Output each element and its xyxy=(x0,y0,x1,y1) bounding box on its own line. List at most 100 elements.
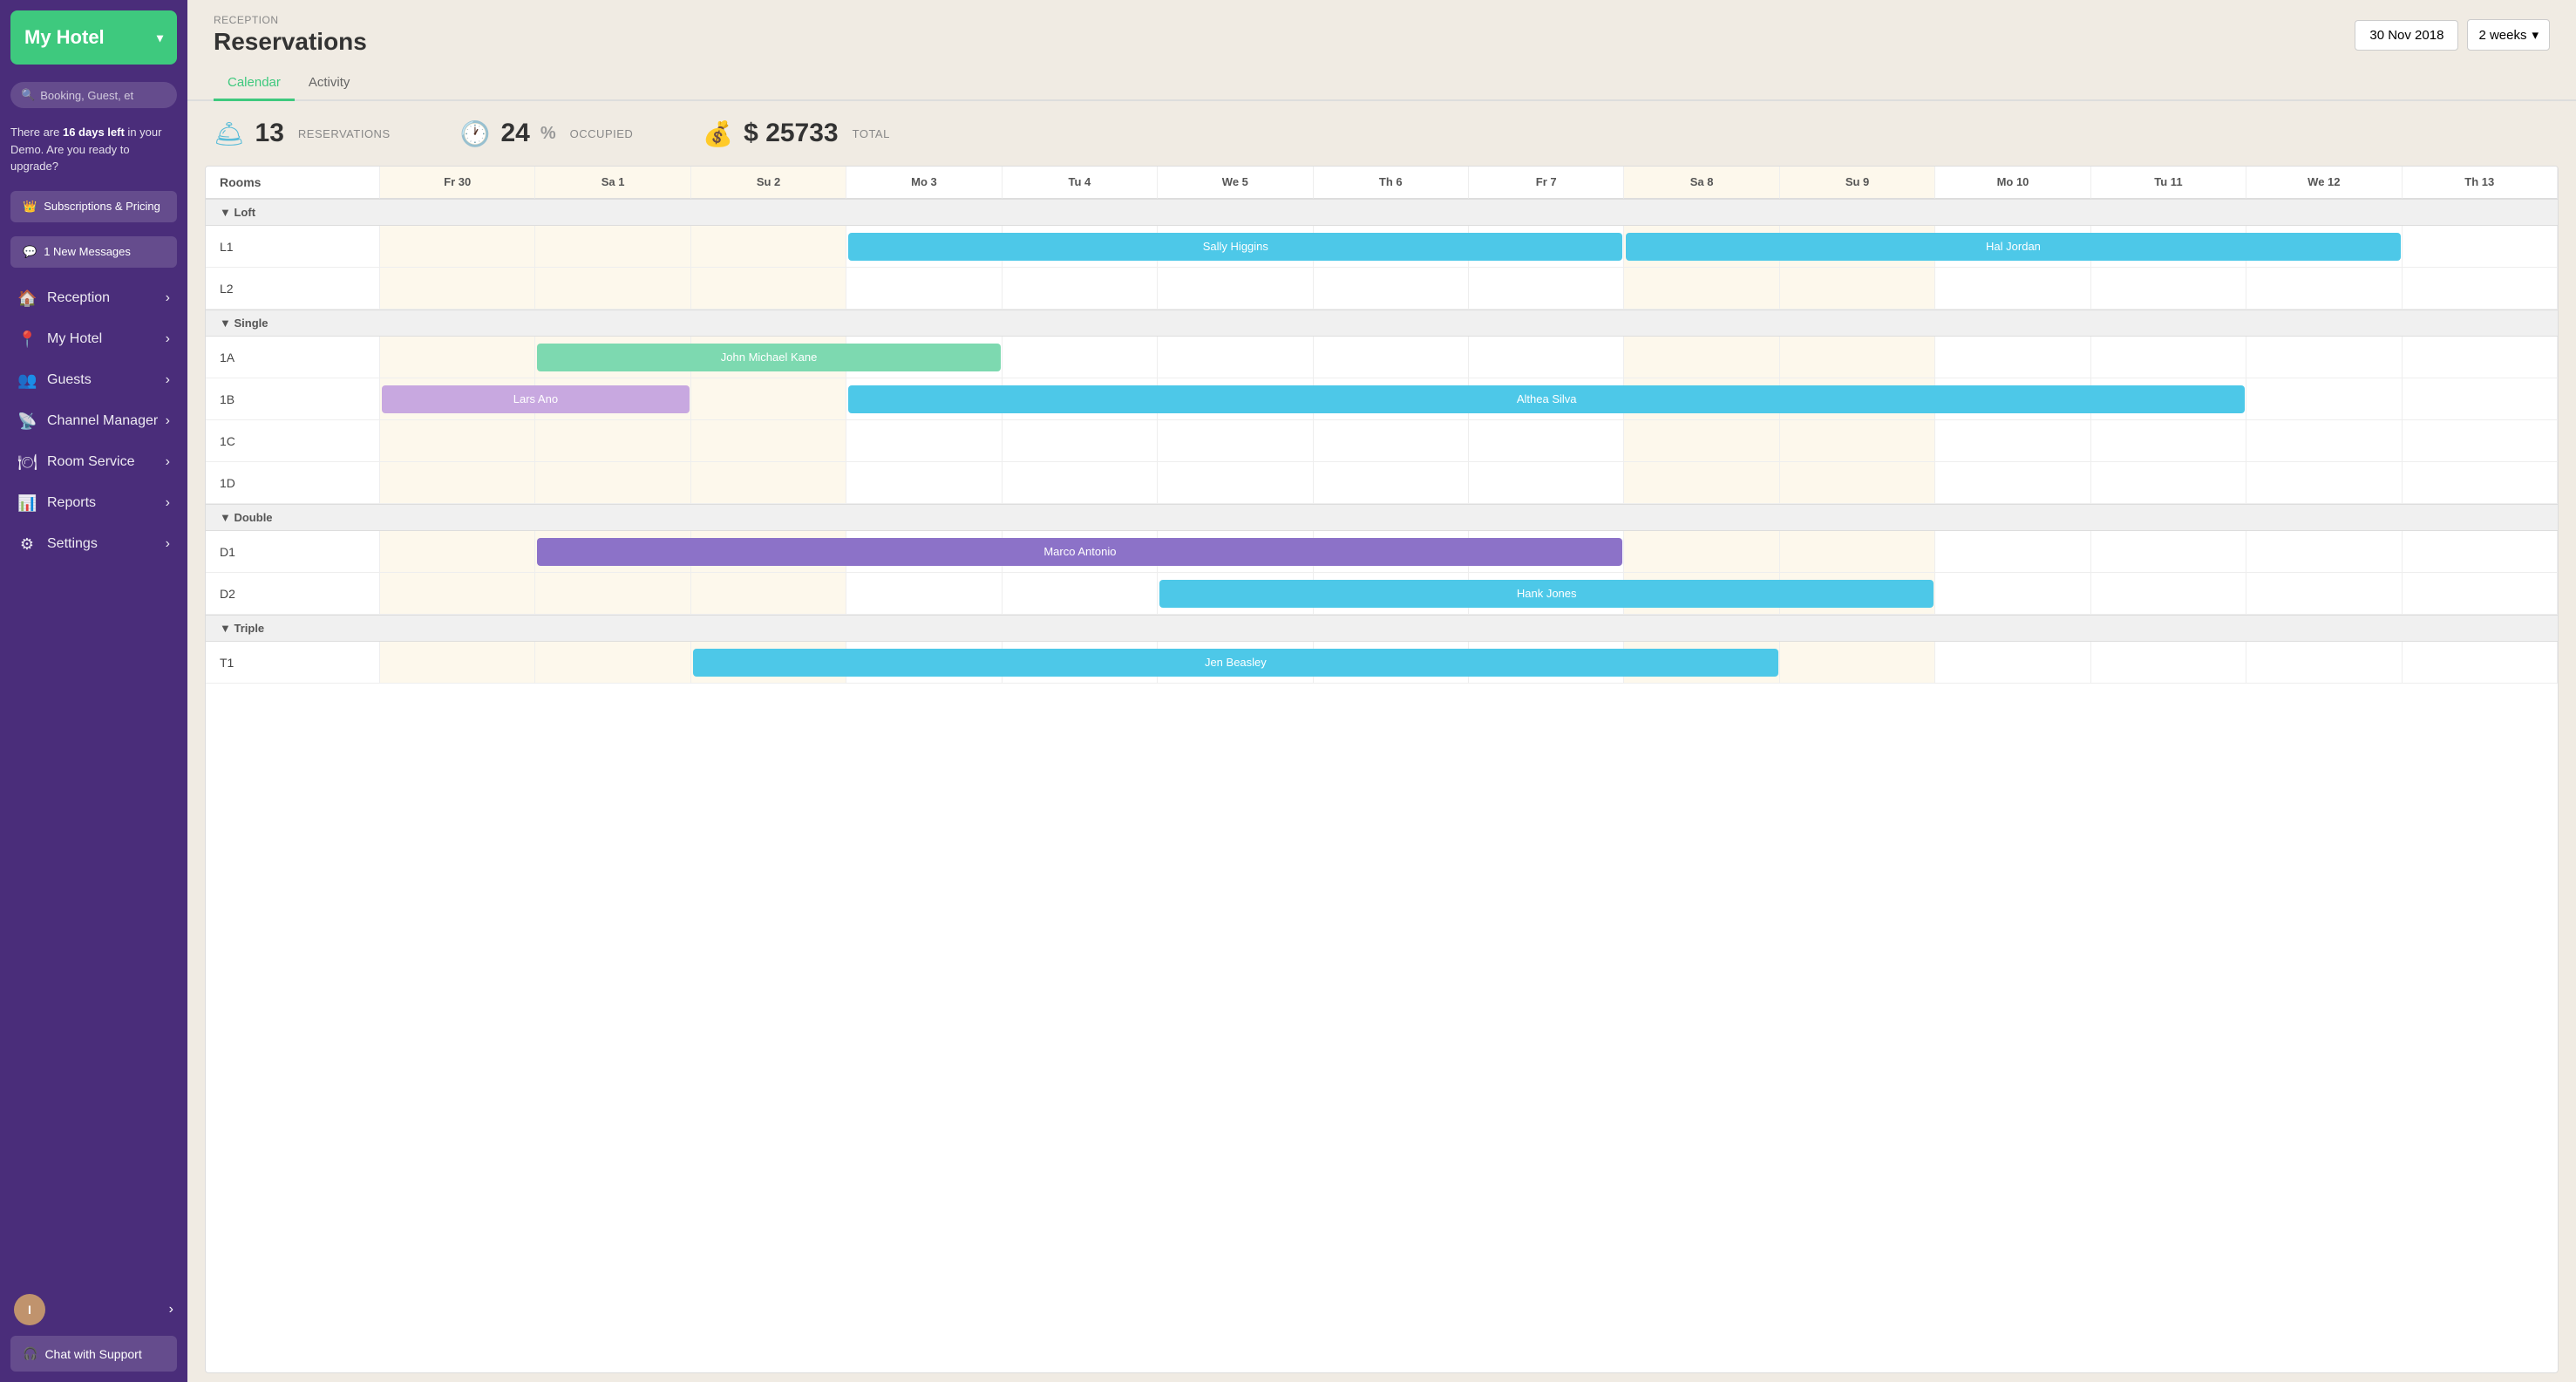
reservation-T1-Jen_Beasley[interactable]: Jen Beasley xyxy=(693,649,1778,677)
day-cell-L2-7[interactable] xyxy=(1469,268,1624,310)
day-cell-1C-3[interactable] xyxy=(846,420,1002,462)
day-cell-1A-9[interactable] xyxy=(1780,337,1935,378)
range-picker[interactable]: 2 weeks ▾ xyxy=(2467,19,2550,51)
day-cell-L2-4[interactable] xyxy=(1003,268,1158,310)
day-cell-1C-2[interactable] xyxy=(691,420,846,462)
day-cell-1B-13[interactable] xyxy=(2403,378,2558,420)
day-cell-T1-10[interactable] xyxy=(1935,642,2090,684)
day-cell-D2-11[interactable] xyxy=(2091,573,2246,615)
day-cell-L1-2[interactable] xyxy=(691,226,846,268)
day-cell-T1-9[interactable] xyxy=(1780,642,1935,684)
day-cell-1A-8[interactable] xyxy=(1624,337,1779,378)
day-cell-1D-8[interactable] xyxy=(1624,462,1779,504)
day-cell-L1-0[interactable] xyxy=(380,226,535,268)
day-cell-D2-12[interactable] xyxy=(2246,573,2402,615)
day-cell-L2-8[interactable] xyxy=(1624,268,1779,310)
messages-button[interactable]: 💬 1 New Messages xyxy=(10,236,177,268)
day-cell-1A-11[interactable] xyxy=(2091,337,2246,378)
reservation-L1-Sally_Higgins[interactable]: Sally Higgins xyxy=(848,233,1622,261)
day-cell-L1-13[interactable] xyxy=(2403,226,2558,268)
day-cell-1A-6[interactable] xyxy=(1314,337,1469,378)
day-cell-L2-13[interactable] xyxy=(2403,268,2558,310)
day-cell-L1-8[interactable]: Hal Jordan xyxy=(1624,226,1779,268)
day-cell-T1-12[interactable] xyxy=(2246,642,2402,684)
day-cell-L2-0[interactable] xyxy=(380,268,535,310)
reservation-D2-Hank_Jones[interactable]: Hank Jones xyxy=(1159,580,1934,608)
calendar-container[interactable]: RoomsFr 30Sa 1Su 2Mo 3Tu 4We 5Th 6Fr 7Sa… xyxy=(205,166,2559,1373)
day-cell-T1-13[interactable] xyxy=(2403,642,2558,684)
day-cell-L2-9[interactable] xyxy=(1780,268,1935,310)
day-cell-1D-11[interactable] xyxy=(2091,462,2246,504)
day-cell-L2-6[interactable] xyxy=(1314,268,1469,310)
day-cell-D2-4[interactable] xyxy=(1003,573,1158,615)
day-cell-1C-7[interactable] xyxy=(1469,420,1624,462)
day-cell-1C-11[interactable] xyxy=(2091,420,2246,462)
tab-activity[interactable]: Activity xyxy=(295,66,364,101)
day-cell-L2-10[interactable] xyxy=(1935,268,2090,310)
day-cell-1A-0[interactable] xyxy=(380,337,535,378)
day-cell-1C-5[interactable] xyxy=(1158,420,1313,462)
day-cell-1B-12[interactable] xyxy=(2246,378,2402,420)
day-cell-1D-7[interactable] xyxy=(1469,462,1624,504)
sidebar-item-settings[interactable]: ⚙ Settings › xyxy=(0,524,187,565)
sidebar-item-room-service[interactable]: 🍽 Room Service › xyxy=(0,442,187,483)
day-cell-D2-2[interactable] xyxy=(691,573,846,615)
day-cell-1D-9[interactable] xyxy=(1780,462,1935,504)
day-cell-1D-5[interactable] xyxy=(1158,462,1313,504)
day-cell-D2-13[interactable] xyxy=(2403,573,2558,615)
day-cell-1D-1[interactable] xyxy=(535,462,690,504)
day-cell-D2-0[interactable] xyxy=(380,573,535,615)
day-cell-1C-1[interactable] xyxy=(535,420,690,462)
upgrade-button[interactable]: 👑 Subscriptions & Pricing xyxy=(10,191,177,222)
day-cell-D1-0[interactable] xyxy=(380,531,535,573)
day-cell-1C-13[interactable] xyxy=(2403,420,2558,462)
day-cell-D2-5[interactable]: Hank Jones xyxy=(1158,573,1313,615)
day-cell-1D-6[interactable] xyxy=(1314,462,1469,504)
sidebar-item-reports[interactable]: 📊 Reports › xyxy=(0,483,187,524)
day-cell-1A-1[interactable]: John Michael Kane xyxy=(535,337,690,378)
day-cell-1A-5[interactable] xyxy=(1158,337,1313,378)
day-cell-D2-1[interactable] xyxy=(535,573,690,615)
reservation-1B-Lars_Ano[interactable]: Lars Ano xyxy=(382,385,690,413)
day-cell-1D-0[interactable] xyxy=(380,462,535,504)
day-cell-D1-9[interactable] xyxy=(1780,531,1935,573)
day-cell-D2-10[interactable] xyxy=(1935,573,2090,615)
day-cell-D1-1[interactable]: Marco Antonio xyxy=(535,531,690,573)
day-cell-L2-3[interactable] xyxy=(846,268,1002,310)
day-cell-1C-12[interactable] xyxy=(2246,420,2402,462)
day-cell-L2-11[interactable] xyxy=(2091,268,2246,310)
hotel-brand-button[interactable]: My Hotel ▾ xyxy=(10,10,177,65)
day-cell-1A-4[interactable] xyxy=(1003,337,1158,378)
day-cell-L2-2[interactable] xyxy=(691,268,846,310)
day-cell-D2-3[interactable] xyxy=(846,573,1002,615)
day-cell-D1-12[interactable] xyxy=(2246,531,2402,573)
day-cell-1A-7[interactable] xyxy=(1469,337,1624,378)
sidebar-item-channel-manager[interactable]: 📡 Channel Manager › xyxy=(0,401,187,442)
sidebar-item-myhotel[interactable]: 📍 My Hotel › xyxy=(0,319,187,360)
sidebar-item-guests[interactable]: 👥 Guests › xyxy=(0,360,187,401)
day-cell-D1-13[interactable] xyxy=(2403,531,2558,573)
reservation-L1-Hal_Jordan[interactable]: Hal Jordan xyxy=(1626,233,2400,261)
day-cell-1B-0[interactable]: Lars Ano xyxy=(380,378,535,420)
tab-calendar[interactable]: Calendar xyxy=(214,66,295,101)
day-cell-1D-12[interactable] xyxy=(2246,462,2402,504)
reservation-1A-John_Michael_Kane[interactable]: John Michael Kane xyxy=(537,344,1000,371)
day-cell-D1-11[interactable] xyxy=(2091,531,2246,573)
day-cell-T1-0[interactable] xyxy=(380,642,535,684)
day-cell-1A-12[interactable] xyxy=(2246,337,2402,378)
day-cell-L2-5[interactable] xyxy=(1158,268,1313,310)
day-cell-1A-10[interactable] xyxy=(1935,337,2090,378)
day-cell-1D-3[interactable] xyxy=(846,462,1002,504)
day-cell-1B-2[interactable] xyxy=(691,378,846,420)
day-cell-T1-11[interactable] xyxy=(2091,642,2246,684)
day-cell-1A-13[interactable] xyxy=(2403,337,2558,378)
day-cell-1B-3[interactable]: Althea Silva xyxy=(846,378,1002,420)
reservation-D1-Marco_Antonio[interactable]: Marco Antonio xyxy=(537,538,1622,566)
day-cell-1D-13[interactable] xyxy=(2403,462,2558,504)
day-cell-1C-9[interactable] xyxy=(1780,420,1935,462)
day-cell-L1-3[interactable]: Sally Higgins xyxy=(846,226,1002,268)
day-cell-1D-10[interactable] xyxy=(1935,462,2090,504)
day-cell-D1-8[interactable] xyxy=(1624,531,1779,573)
day-cell-T1-2[interactable]: Jen Beasley xyxy=(691,642,846,684)
date-picker[interactable]: 30 Nov 2018 xyxy=(2355,20,2458,51)
